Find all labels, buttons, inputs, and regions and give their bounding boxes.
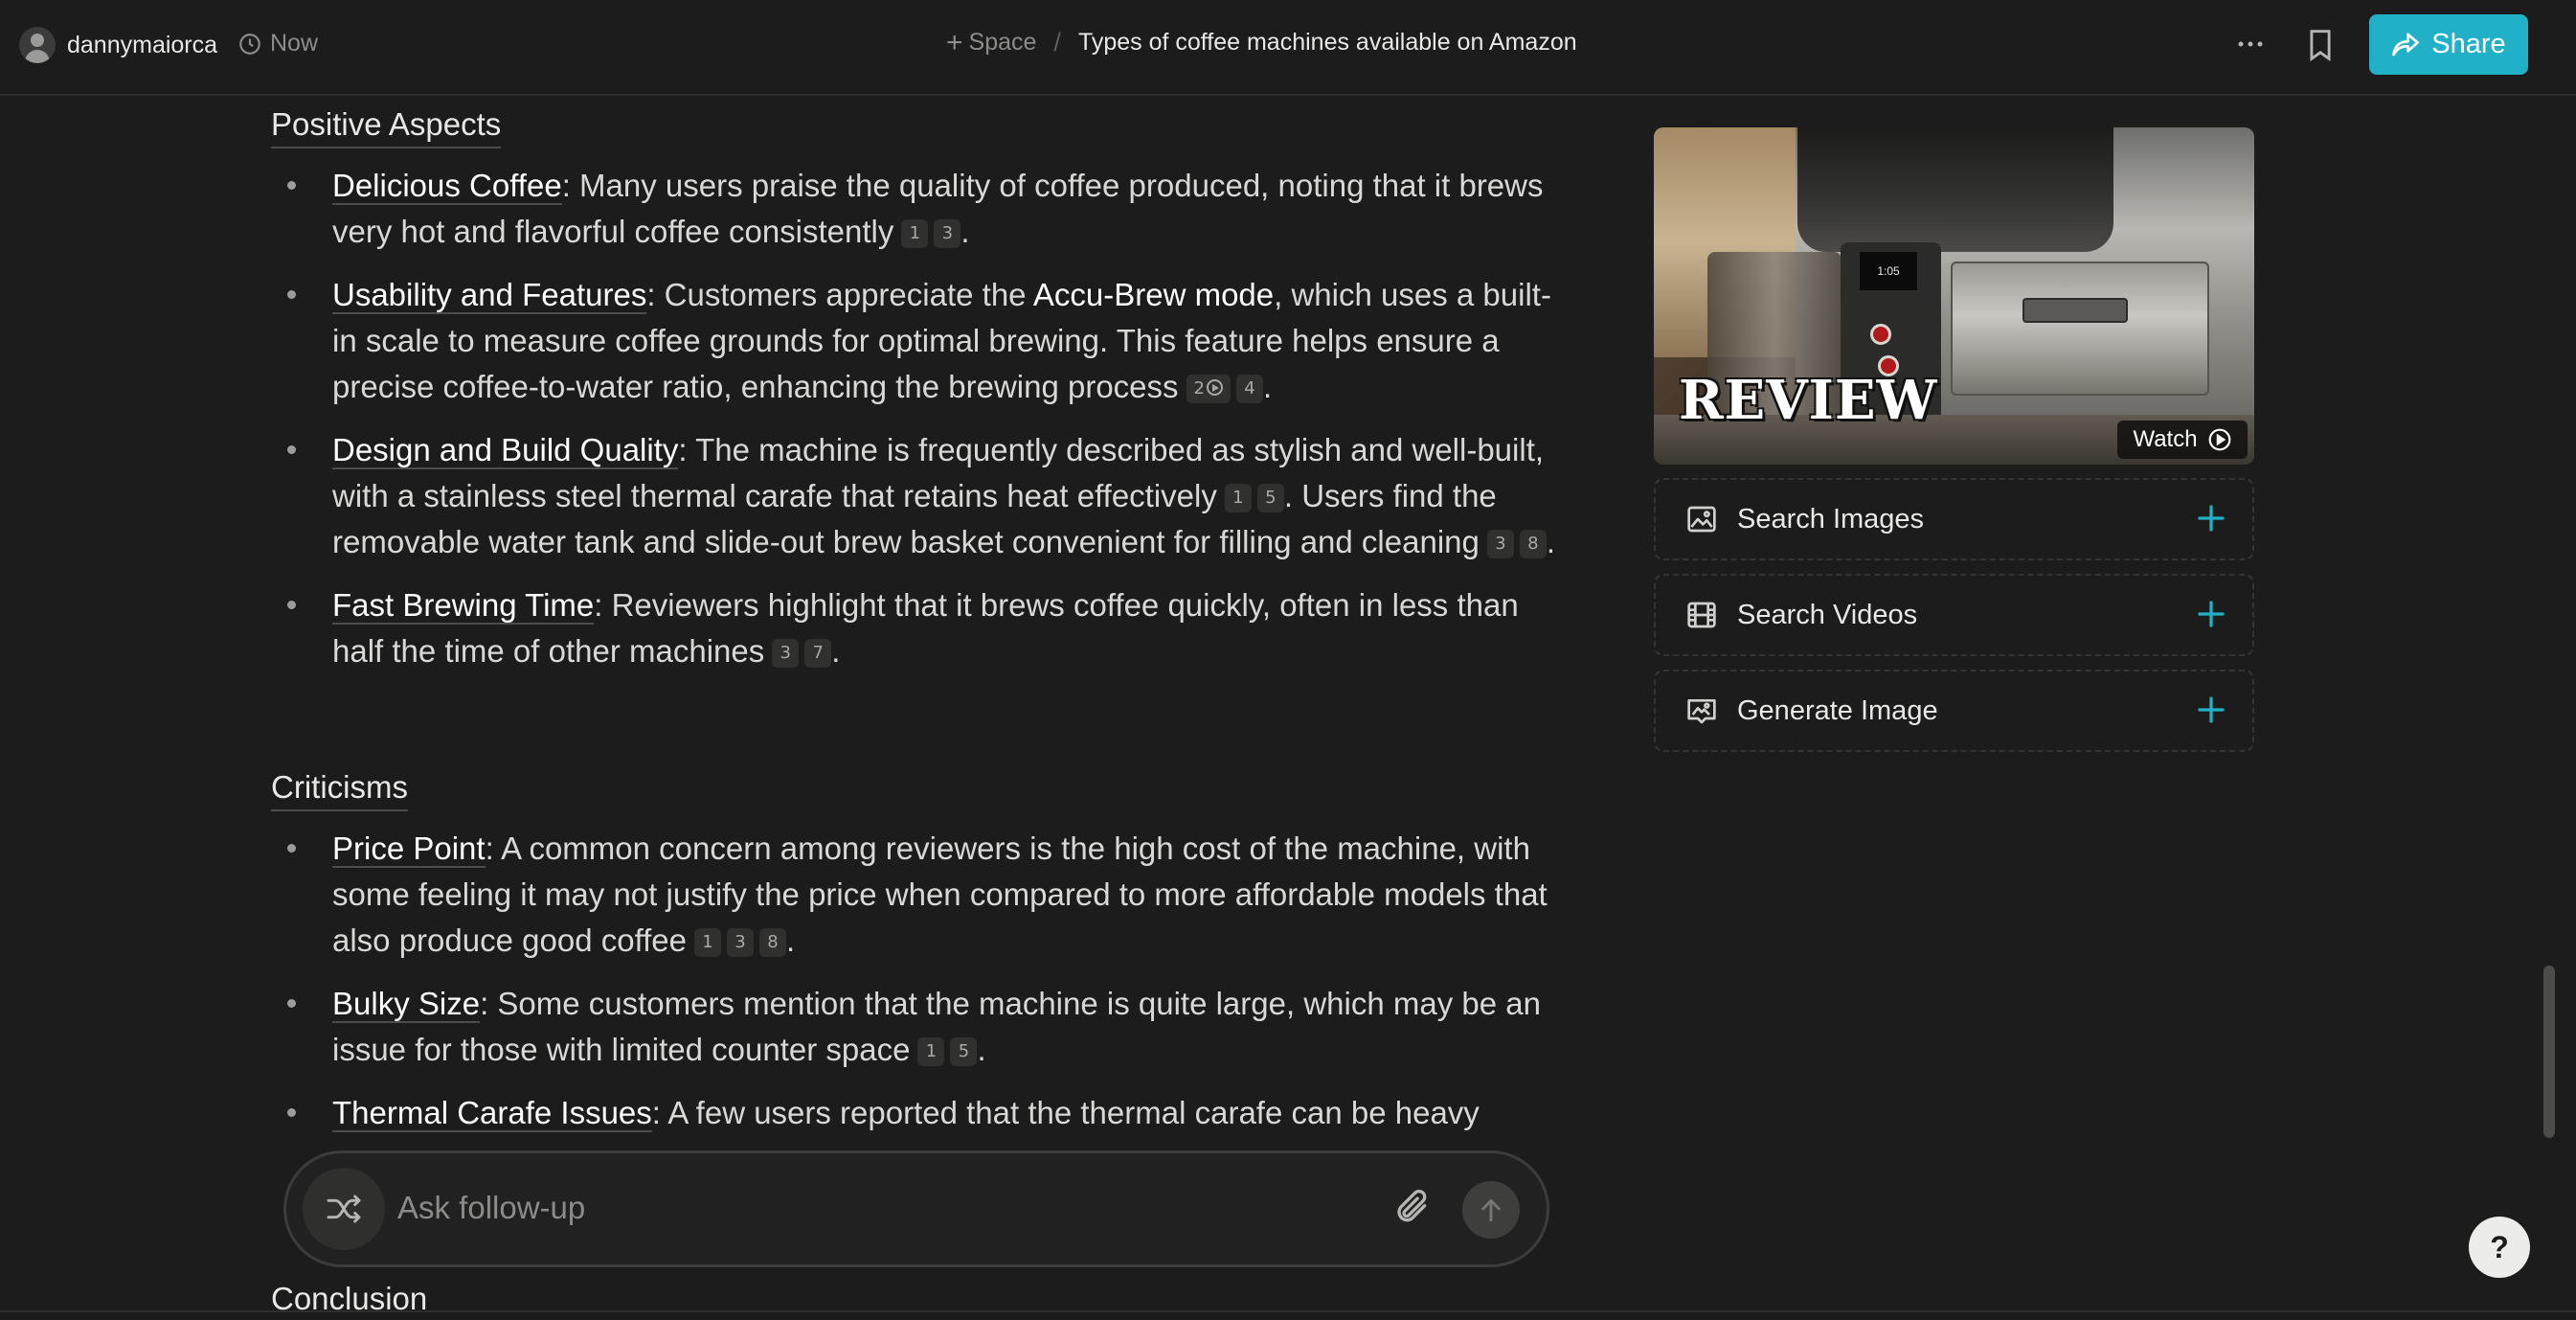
item-bold-text: Accu-Brew mode — [1032, 277, 1275, 312]
citation-badge[interactable]: 1 — [1224, 484, 1252, 512]
list-item: Thermal Carafe Issues: A few users repor… — [271, 1090, 1573, 1136]
paperclip-icon — [1397, 1190, 1427, 1222]
item-term[interactable]: Design and Build Quality — [332, 432, 679, 469]
machine-logo-plate — [2022, 298, 2128, 323]
shuffle-button[interactable] — [303, 1168, 385, 1250]
citation-badge[interactable]: 8 — [759, 928, 787, 957]
list-item: Delicious Coffee: Many users praise the … — [271, 163, 1573, 255]
citation-badge[interactable]: 1 — [901, 219, 929, 248]
list-item: Usability and Features: Customers apprec… — [271, 272, 1573, 410]
user-profile[interactable]: dannymaiorca — [19, 27, 217, 63]
arrow-up-icon — [1481, 1199, 1501, 1222]
follow-up-bar: Ask follow-up — [283, 1150, 1549, 1267]
item-text: : Customers appreciate the — [646, 277, 1033, 312]
image-icon — [1687, 506, 1716, 533]
share-icon — [2392, 32, 2420, 56]
timestamp-text: Now — [270, 30, 319, 57]
citation-badge[interactable]: 3 — [727, 928, 755, 957]
item-term[interactable]: Delicious Coffee — [332, 168, 562, 205]
answer-content: Positive Aspects Delicious Coffee: Many … — [271, 96, 1573, 1320]
citation-badge[interactable]: 3 — [934, 219, 961, 248]
follow-up-input[interactable]: Ask follow-up — [397, 1190, 585, 1226]
citation-badge[interactable]: 8 — [1519, 530, 1547, 558]
thread-title[interactable]: Types of coffee machines available on Am… — [1078, 29, 1577, 57]
citation-badge[interactable]: 3 — [772, 639, 800, 668]
help-button[interactable]: ? — [2469, 1217, 2530, 1278]
space-label: Space — [968, 29, 1037, 56]
avatar[interactable] — [19, 27, 56, 63]
avatar-head — [31, 34, 44, 47]
citation-badge[interactable]: 1 — [694, 928, 722, 957]
generate-image-button[interactable]: Generate Image — [1654, 670, 2254, 752]
bookmark-icon — [2310, 30, 2331, 62]
top-bar: dannymaiorca Now + Space / Types of coff… — [0, 0, 2576, 96]
more-options-button[interactable] — [2237, 25, 2264, 63]
citation-badge[interactable]: 3 — [1486, 530, 1514, 558]
item-term[interactable]: Usability and Features — [332, 277, 647, 314]
machine-tank — [1951, 262, 2209, 396]
generate-image-icon — [1687, 699, 1716, 724]
search-videos-button[interactable]: Search Videos — [1654, 574, 2254, 656]
search-images-button[interactable]: Search Images — [1654, 478, 2254, 560]
more-horizontal-icon — [2238, 41, 2263, 47]
share-label: Share — [2431, 29, 2506, 59]
film-icon — [1687, 602, 1716, 628]
clock-icon — [239, 33, 260, 55]
citation-badge-video[interactable]: 2 — [1186, 375, 1231, 403]
breadcrumb-separator: / — [1053, 28, 1061, 57]
citation-number: 2 — [1193, 378, 1205, 398]
positive-aspects-heading: Positive Aspects — [271, 105, 502, 148]
bottom-divider — [0, 1310, 2576, 1320]
attach-button[interactable] — [1394, 1188, 1433, 1235]
citation-badge[interactable]: 7 — [804, 639, 832, 668]
list-item: Design and Build Quality: The machine is… — [271, 427, 1573, 565]
scrollbar-thumb[interactable] — [2543, 966, 2555, 1138]
timestamp: Now — [237, 30, 318, 57]
list-item: Price Point: A common concern among revi… — [271, 826, 1573, 964]
citation-badge[interactable]: 4 — [1236, 375, 1263, 403]
item-term[interactable]: Bulky Size — [332, 986, 481, 1023]
item-term[interactable]: Fast Brewing Time — [332, 587, 595, 625]
tool-label: Search Images — [1737, 504, 1925, 535]
plus-icon — [2198, 696, 2225, 723]
video-overlay-text: REVIEW — [1679, 369, 1938, 432]
shuffle-icon — [327, 1195, 361, 1223]
citation-badge[interactable]: 5 — [950, 1037, 978, 1066]
item-text: : A common concern among reviewers is th… — [332, 831, 1548, 958]
video-thumbnail[interactable]: 1:05 REVIEW Watch — [1654, 127, 2254, 465]
play-icon — [1207, 379, 1223, 396]
item-term[interactable]: Price Point — [332, 831, 486, 868]
machine-knob — [1870, 324, 1891, 345]
breadcrumb: + Space / Types of coffee machines avail… — [946, 28, 1577, 57]
criticisms-heading: Criticisms — [271, 768, 408, 811]
machine-hood — [1797, 127, 2113, 252]
tool-label: Generate Image — [1737, 695, 1938, 726]
list-item: Fast Brewing Time: Reviewers highlight t… — [271, 582, 1573, 674]
plus-icon: + — [946, 26, 963, 58]
criticisms-list: Price Point: A common concern among revi… — [271, 826, 1573, 1153]
add-space-button[interactable]: + Space — [946, 26, 1037, 58]
machine-display: 1:05 — [1860, 252, 1917, 290]
plus-icon — [2198, 601, 2225, 627]
username[interactable]: dannymaiorca — [67, 32, 217, 59]
watch-button[interactable]: Watch — [2117, 421, 2248, 459]
bookmark-button[interactable] — [2308, 29, 2333, 66]
plus-icon — [2198, 505, 2225, 532]
item-term[interactable]: Thermal Carafe Issues — [332, 1095, 652, 1132]
list-item: Bulky Size: Some customers mention that … — [271, 981, 1573, 1073]
tool-label: Search Videos — [1737, 600, 1918, 630]
positive-aspects-list: Delicious Coffee: Many users praise the … — [271, 163, 1573, 692]
item-text: : A few users reported that the thermal … — [651, 1095, 1480, 1130]
citation-badge[interactable]: 1 — [917, 1037, 945, 1066]
play-circle-icon — [2208, 428, 2230, 451]
submit-button[interactable] — [1462, 1181, 1520, 1239]
watch-label: Watch — [2133, 426, 2198, 452]
avatar-torso — [25, 50, 50, 63]
share-button[interactable]: Share — [2369, 14, 2528, 75]
citation-badge[interactable]: 5 — [1256, 484, 1284, 512]
